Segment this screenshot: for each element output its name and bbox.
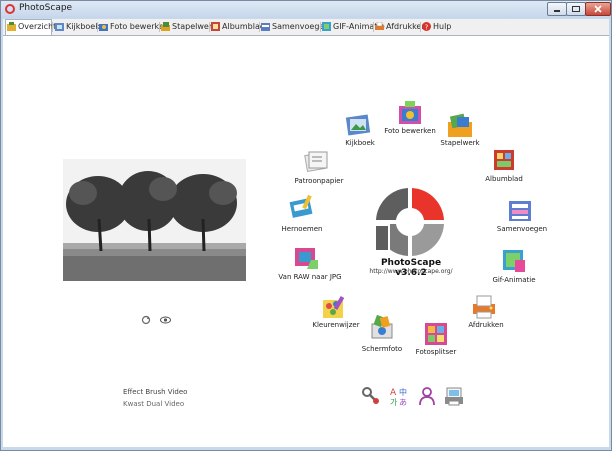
close-button[interactable] (585, 2, 611, 16)
maximize-icon (572, 6, 580, 12)
eye-icon[interactable] (160, 315, 171, 325)
viewer-tab-icon (55, 23, 64, 31)
tab-samenvoegen[interactable]: Samenvoegen (260, 20, 329, 34)
minimize-button[interactable] (547, 2, 567, 16)
overview-tab-icon (7, 22, 16, 31)
tools-icon[interactable] (361, 386, 381, 406)
printer-icon (473, 295, 495, 319)
app-logo-icon (5, 4, 15, 14)
pattern-paper-icon (304, 151, 328, 173)
page-tab-icon (211, 22, 220, 31)
tab-foto-bewerken[interactable]: Foto bewerken (98, 20, 169, 34)
preview-photo (63, 159, 246, 281)
tab-gif-animatie[interactable]: GIF-Animatie (321, 20, 385, 34)
svg-text:中: 中 (399, 387, 407, 397)
bottom-menu-line1[interactable]: Effect Brush Video (123, 388, 187, 396)
overview-panel: Effect Brush Video Kwast Dual Video Phot… (3, 36, 609, 447)
app-window: PhotoScape Overzicht Kijkboek Foto bewer… (0, 0, 612, 451)
app-website-link[interactable]: http://www.photoscape.org/ (365, 268, 457, 275)
tab-stapelwerk[interactable]: Stapelwerk (160, 20, 217, 34)
photo-editor-icon (399, 101, 421, 124)
svg-text:あ: あ (399, 398, 407, 406)
window-title: PhotoScape (19, 3, 73, 13)
combine-icon (509, 201, 531, 221)
batch-editor-icon (448, 113, 472, 137)
bottom-menu-line2[interactable]: Kwast Dual Video (123, 400, 184, 408)
tab-overzicht[interactable]: Overzicht (5, 19, 56, 35)
svg-text:?: ? (425, 24, 429, 32)
gif-animation-icon (503, 250, 525, 272)
combine-tab-icon (261, 23, 270, 31)
tab-albumblad[interactable]: Albumblad (210, 20, 265, 34)
raw-converter-icon (295, 248, 318, 269)
bottom-menu: Effect Brush Video Kwast Dual Video (123, 388, 193, 410)
photo-viewer-icon (345, 114, 371, 136)
editor-tab-icon (99, 24, 108, 31)
gif-tab-icon (322, 22, 331, 31)
minimize-icon (554, 10, 560, 12)
page-layout-icon (494, 150, 514, 170)
tab-separator (52, 22, 53, 32)
svg-text:가: 가 (390, 398, 398, 406)
tab-bar: Overzicht Kijkboek Foto bewerken Stapelw… (3, 19, 609, 36)
tab-afdrukken[interactable]: Afdrukken (374, 20, 426, 34)
printer-settings-icon[interactable] (444, 386, 464, 406)
splitter-icon (425, 323, 447, 345)
title-bar[interactable]: PhotoScape (1, 1, 611, 18)
user-icon[interactable] (417, 386, 437, 406)
photoscape-logo (374, 188, 444, 256)
tab-hulp[interactable]: ? Hulp (421, 20, 453, 34)
refresh-icon[interactable] (141, 315, 151, 325)
help-icon: ? (422, 22, 431, 32)
language-icon[interactable]: A 中 가 あ (389, 386, 409, 406)
print-tab-icon (375, 22, 384, 30)
tab-kijkboek[interactable]: Kijkboek (54, 20, 100, 34)
rename-icon (289, 194, 313, 218)
maximize-button[interactable] (566, 2, 586, 16)
close-icon (594, 5, 602, 13)
svg-text:A: A (390, 388, 397, 398)
color-picker-icon (323, 295, 345, 318)
batch-tab-icon (161, 22, 170, 31)
